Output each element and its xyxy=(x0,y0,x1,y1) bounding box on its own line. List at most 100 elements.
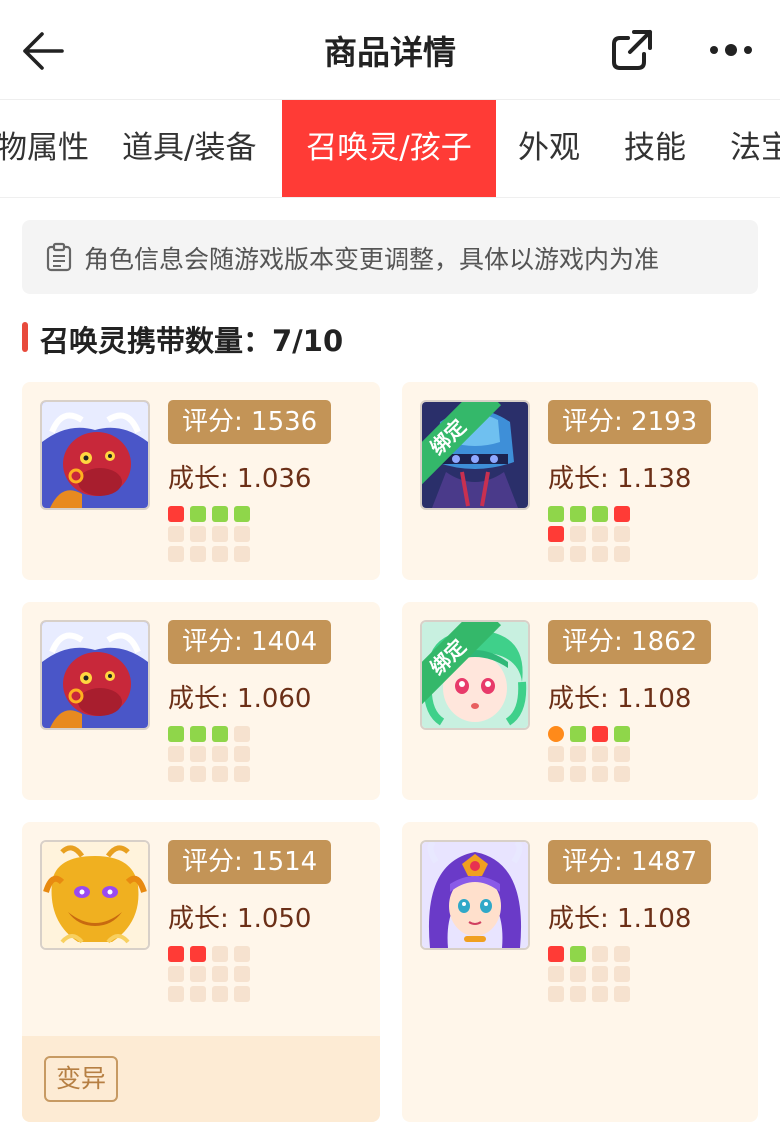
aptitude-dot-empty xyxy=(614,526,630,542)
aptitude-dot-empty xyxy=(234,546,250,562)
aptitude-dot-empty xyxy=(212,746,228,762)
aptitude-dot-empty xyxy=(592,966,608,982)
aptitude-dot-green xyxy=(190,506,206,522)
aptitude-dot-empty xyxy=(570,746,586,762)
aptitude-dot-empty xyxy=(212,986,228,1002)
share-icon[interactable] xyxy=(608,26,656,74)
aptitude-dot-green xyxy=(168,726,184,742)
pet-score-badge: 评分: 1514 xyxy=(168,840,332,884)
aptitude-dot-empty xyxy=(212,966,228,982)
pet-avatar xyxy=(40,620,150,730)
aptitude-dot-empty xyxy=(592,946,608,962)
top-bar: 商品详情 xyxy=(0,0,780,100)
pet-score-badge: 评分: 1862 xyxy=(548,620,712,664)
aptitude-dot-empty xyxy=(570,986,586,1002)
clipboard-icon xyxy=(46,242,72,272)
tab-items-equipment[interactable]: 道具/装备 xyxy=(122,100,256,197)
pet-avatar: 绑定 xyxy=(420,620,530,730)
variant-tag: 变异 xyxy=(44,1056,119,1102)
more-dots-icon[interactable] xyxy=(706,32,756,68)
category-tabs: 物属性 道具/装备 召唤灵/孩子 外观 技能 法宝 xyxy=(0,100,780,198)
aptitude-dot-empty xyxy=(570,966,586,982)
tab-attributes[interactable]: 物属性 xyxy=(0,100,89,197)
aptitude-dot-green xyxy=(614,726,630,742)
aptitude-dot-empty xyxy=(212,946,228,962)
pet-card[interactable]: 评分: 1404 成长: 1.060 xyxy=(22,602,380,800)
aptitude-dot-empty xyxy=(168,766,184,782)
aptitude-dot-empty xyxy=(234,526,250,542)
tab-treasures[interactable]: 法宝 xyxy=(730,100,780,197)
aptitude-dot-red xyxy=(190,946,206,962)
info-notice: 角色信息会随游戏版本变更调整，具体以游戏内为准 xyxy=(22,220,758,294)
pet-avatar: 绑定 xyxy=(420,400,530,510)
aptitude-dot-empty xyxy=(190,986,206,1002)
aptitude-dot-empty xyxy=(190,526,206,542)
aptitude-dot-red xyxy=(168,946,184,962)
aptitude-dot-empty xyxy=(212,766,228,782)
aptitude-dot-empty xyxy=(190,966,206,982)
aptitude-dot-empty xyxy=(234,946,250,962)
aptitude-dot-empty xyxy=(168,546,184,562)
aptitude-dot-empty xyxy=(570,526,586,542)
aptitude-dot-empty xyxy=(548,766,564,782)
aptitude-dot-empty xyxy=(548,746,564,762)
aptitude-dot-green xyxy=(234,506,250,522)
aptitude-dot-red xyxy=(592,726,608,742)
aptitude-dot-empty xyxy=(592,986,608,1002)
aptitude-dot-empty xyxy=(570,546,586,562)
pet-card[interactable]: 评分: 1536 成长: 1.036 xyxy=(22,382,380,580)
tab-summons-children[interactable]: 召唤灵/孩子 xyxy=(282,100,496,197)
pet-score-badge: 评分: 1536 xyxy=(168,400,332,444)
pet-score-badge: 评分: 1404 xyxy=(168,620,332,664)
aptitude-dot-empty xyxy=(212,526,228,542)
aptitude-dot-empty xyxy=(212,546,228,562)
aptitude-dot-empty xyxy=(168,526,184,542)
aptitude-dot-green xyxy=(212,726,228,742)
aptitude-dot-empty xyxy=(614,986,630,1002)
aptitude-dot-empty xyxy=(592,766,608,782)
pet-card[interactable]: 评分: 1514 成长: 1.050 变异 xyxy=(22,822,380,1122)
aptitude-dot-green xyxy=(212,506,228,522)
aptitude-dot-empty xyxy=(570,766,586,782)
aptitude-dot-empty xyxy=(548,546,564,562)
summon-count-title: 召唤灵携带数量：7/10 xyxy=(40,324,344,358)
aptitude-dot-empty xyxy=(614,766,630,782)
aptitude-dot-empty xyxy=(190,766,206,782)
aptitude-dot-empty xyxy=(614,746,630,762)
aptitude-dot-red xyxy=(168,506,184,522)
aptitude-dot-red xyxy=(614,506,630,522)
aptitude-dot-empty xyxy=(548,966,564,982)
pet-card[interactable]: 绑定 评分: 1862 成长: 1.108 xyxy=(402,602,758,800)
aptitude-dot-red xyxy=(548,946,564,962)
variant-band: 变异 xyxy=(22,1036,380,1122)
aptitude-dot-empty xyxy=(614,546,630,562)
pet-score-badge: 评分: 1487 xyxy=(548,840,712,884)
aptitude-dot-empty xyxy=(234,766,250,782)
aptitude-dot-green xyxy=(190,726,206,742)
aptitude-dot-orange xyxy=(548,726,564,742)
notice-text: 角色信息会随游戏版本变更调整，具体以游戏内为准 xyxy=(84,245,660,274)
aptitude-dot-empty xyxy=(592,546,608,562)
pet-avatar xyxy=(40,840,150,950)
aptitude-dot-empty xyxy=(168,746,184,762)
aptitude-dot-green xyxy=(570,726,586,742)
aptitude-dot-empty xyxy=(592,746,608,762)
aptitude-dot-empty xyxy=(234,746,250,762)
pet-card[interactable]: 评分: 1487 成长: 1.108 xyxy=(402,822,758,1122)
pet-growth: 成长: 1.138 xyxy=(548,464,692,494)
aptitude-dot-empty xyxy=(548,986,564,1002)
aptitude-dot-empty xyxy=(168,966,184,982)
aptitude-dot-empty xyxy=(614,966,630,982)
aptitude-dot-empty xyxy=(168,986,184,1002)
aptitude-dot-green xyxy=(570,946,586,962)
aptitude-dot-green xyxy=(570,506,586,522)
pet-growth: 成长: 1.108 xyxy=(548,904,692,934)
aptitude-dot-red xyxy=(548,526,564,542)
pet-growth: 成长: 1.108 xyxy=(548,684,692,714)
tab-skills[interactable]: 技能 xyxy=(624,100,686,197)
pet-score-badge: 评分: 2193 xyxy=(548,400,712,444)
tab-appearance[interactable]: 外观 xyxy=(518,100,580,197)
aptitude-dot-green xyxy=(548,506,564,522)
pet-card[interactable]: 绑定 评分: 2193 成长: 1.138 xyxy=(402,382,758,580)
aptitude-dot-green xyxy=(592,506,608,522)
